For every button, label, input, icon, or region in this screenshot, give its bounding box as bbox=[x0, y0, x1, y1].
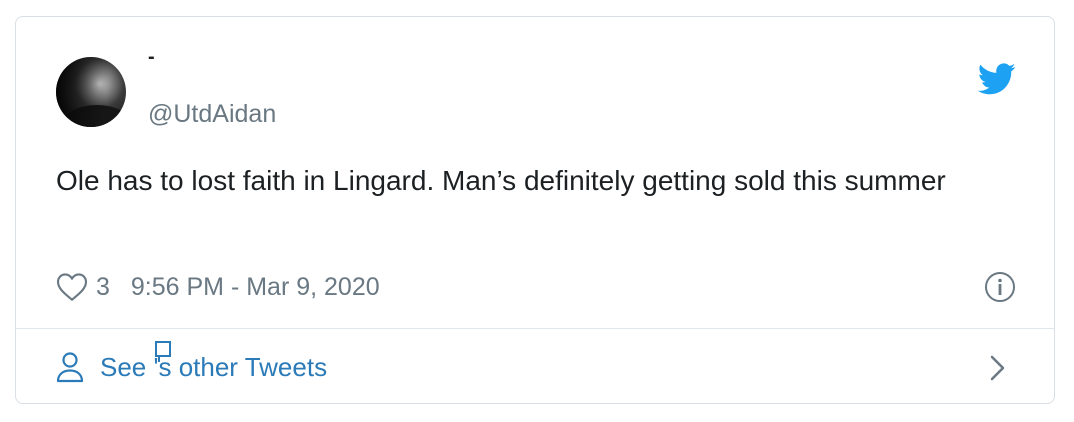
see-other-tweets-link[interactable]: See 's other Tweets bbox=[56, 340, 328, 387]
see-label: See bbox=[100, 351, 154, 382]
other-tweets-label: 's other Tweets bbox=[153, 351, 328, 382]
see-other-tweets-label[interactable]: See 's other Tweets bbox=[100, 340, 328, 383]
embedded-tweet-card: - @UtdAidan Ole has to lost faith in Lin… bbox=[15, 16, 1055, 404]
tweet-timestamp[interactable]: 9:56 PM - Mar 9, 2020 bbox=[131, 273, 380, 302]
tweet-meta: 3 9:56 PM - Mar 9, 2020 bbox=[56, 269, 380, 305]
display-name[interactable]: - bbox=[148, 47, 155, 67]
person-icon bbox=[56, 352, 84, 383]
divider bbox=[16, 328, 1054, 329]
missing-glyph-box bbox=[155, 340, 171, 362]
twitter-bird-icon[interactable] bbox=[978, 63, 1016, 95]
tweet-text: Ole has to lost faith in Lingard. Man’s … bbox=[56, 165, 946, 196]
heart-icon[interactable] bbox=[56, 272, 88, 302]
user-handle[interactable]: @UtdAidan bbox=[148, 99, 276, 129]
info-icon[interactable] bbox=[984, 271, 1016, 303]
avatar-shade bbox=[56, 57, 126, 127]
avatar[interactable] bbox=[56, 57, 126, 127]
chevron-right-icon[interactable] bbox=[988, 353, 1008, 383]
like-count[interactable]: 3 bbox=[96, 273, 110, 302]
